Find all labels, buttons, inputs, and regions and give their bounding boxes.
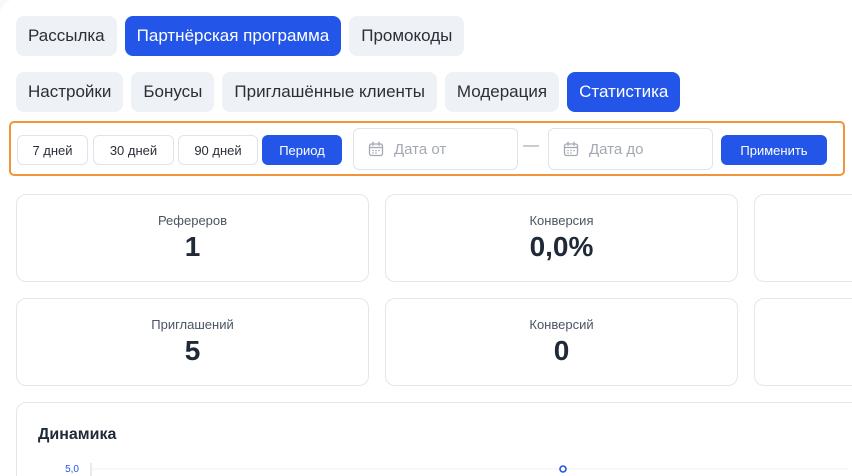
date-range-separator: — xyxy=(523,137,539,154)
date-from-field[interactable]: Дата от xyxy=(353,128,518,170)
preset-30-days-button[interactable]: 30 дней xyxy=(93,135,174,165)
stat-value: 1 xyxy=(184,231,201,262)
tab-partner-program[interactable]: Партнёрская программа xyxy=(124,16,342,56)
stat-label: Конверсия xyxy=(529,213,594,228)
data-point[interactable] xyxy=(559,465,567,473)
stat-value: 0 xyxy=(553,335,570,366)
partner-statistics-page: Рассылка Партнёрская программа Промокоды… xyxy=(0,0,852,476)
apply-button[interactable]: Применить xyxy=(721,135,827,165)
stat-label: Конверсий xyxy=(529,317,594,332)
tab-statistics[interactable]: Статистика xyxy=(567,72,681,112)
dynamics-chart-card: Динамика 5,0 xyxy=(16,402,852,476)
date-from-placeholder: Дата от xyxy=(394,140,447,158)
preset-7-days-button[interactable]: 7 дней xyxy=(17,135,88,165)
calendar-icon xyxy=(368,141,384,157)
stat-card-conversions: Конверсий 0 xyxy=(385,298,738,386)
y-tick-label: 5,0 xyxy=(65,464,79,475)
date-to-field[interactable]: Дата до xyxy=(548,128,713,170)
date-to-placeholder: Дата до xyxy=(589,140,644,158)
period-button[interactable]: Период xyxy=(262,135,342,165)
calendar-icon xyxy=(563,141,579,157)
stat-card-partial xyxy=(754,194,852,282)
sub-tabs: Настройки Бонусы Приглашённые клиенты Мо… xyxy=(16,72,681,112)
stat-label: Рефереров xyxy=(157,213,228,228)
stat-card-referrers: Рефереров 1 xyxy=(16,194,369,282)
stat-label: Приглашений xyxy=(151,317,234,332)
stat-card-invitations: Приглашений 5 xyxy=(16,298,369,386)
tab-invited-clients[interactable]: Приглашённые клиенты xyxy=(222,72,437,112)
tab-moderation[interactable]: Модерация xyxy=(444,72,560,112)
date-filter-bar: 7 дней 30 дней 90 дней Период Дата от — xyxy=(9,121,845,176)
stat-card-conversion-rate: Конверсия 0,0% xyxy=(385,194,738,282)
stat-value: 0,0% xyxy=(529,231,594,262)
tab-promocodes[interactable]: Промокоды xyxy=(349,16,465,56)
stat-card-partial xyxy=(754,298,852,386)
stat-value: 5 xyxy=(184,335,201,366)
main-tabs: Рассылка Партнёрская программа Промокоды xyxy=(16,16,465,56)
tab-settings[interactable]: Настройки xyxy=(16,72,124,112)
preset-90-days-button[interactable]: 90 дней xyxy=(178,135,258,165)
tab-mailing[interactable]: Рассылка xyxy=(16,16,117,56)
dynamics-chart: 5,0 xyxy=(65,463,847,476)
tab-bonuses[interactable]: Бонусы xyxy=(131,72,215,112)
